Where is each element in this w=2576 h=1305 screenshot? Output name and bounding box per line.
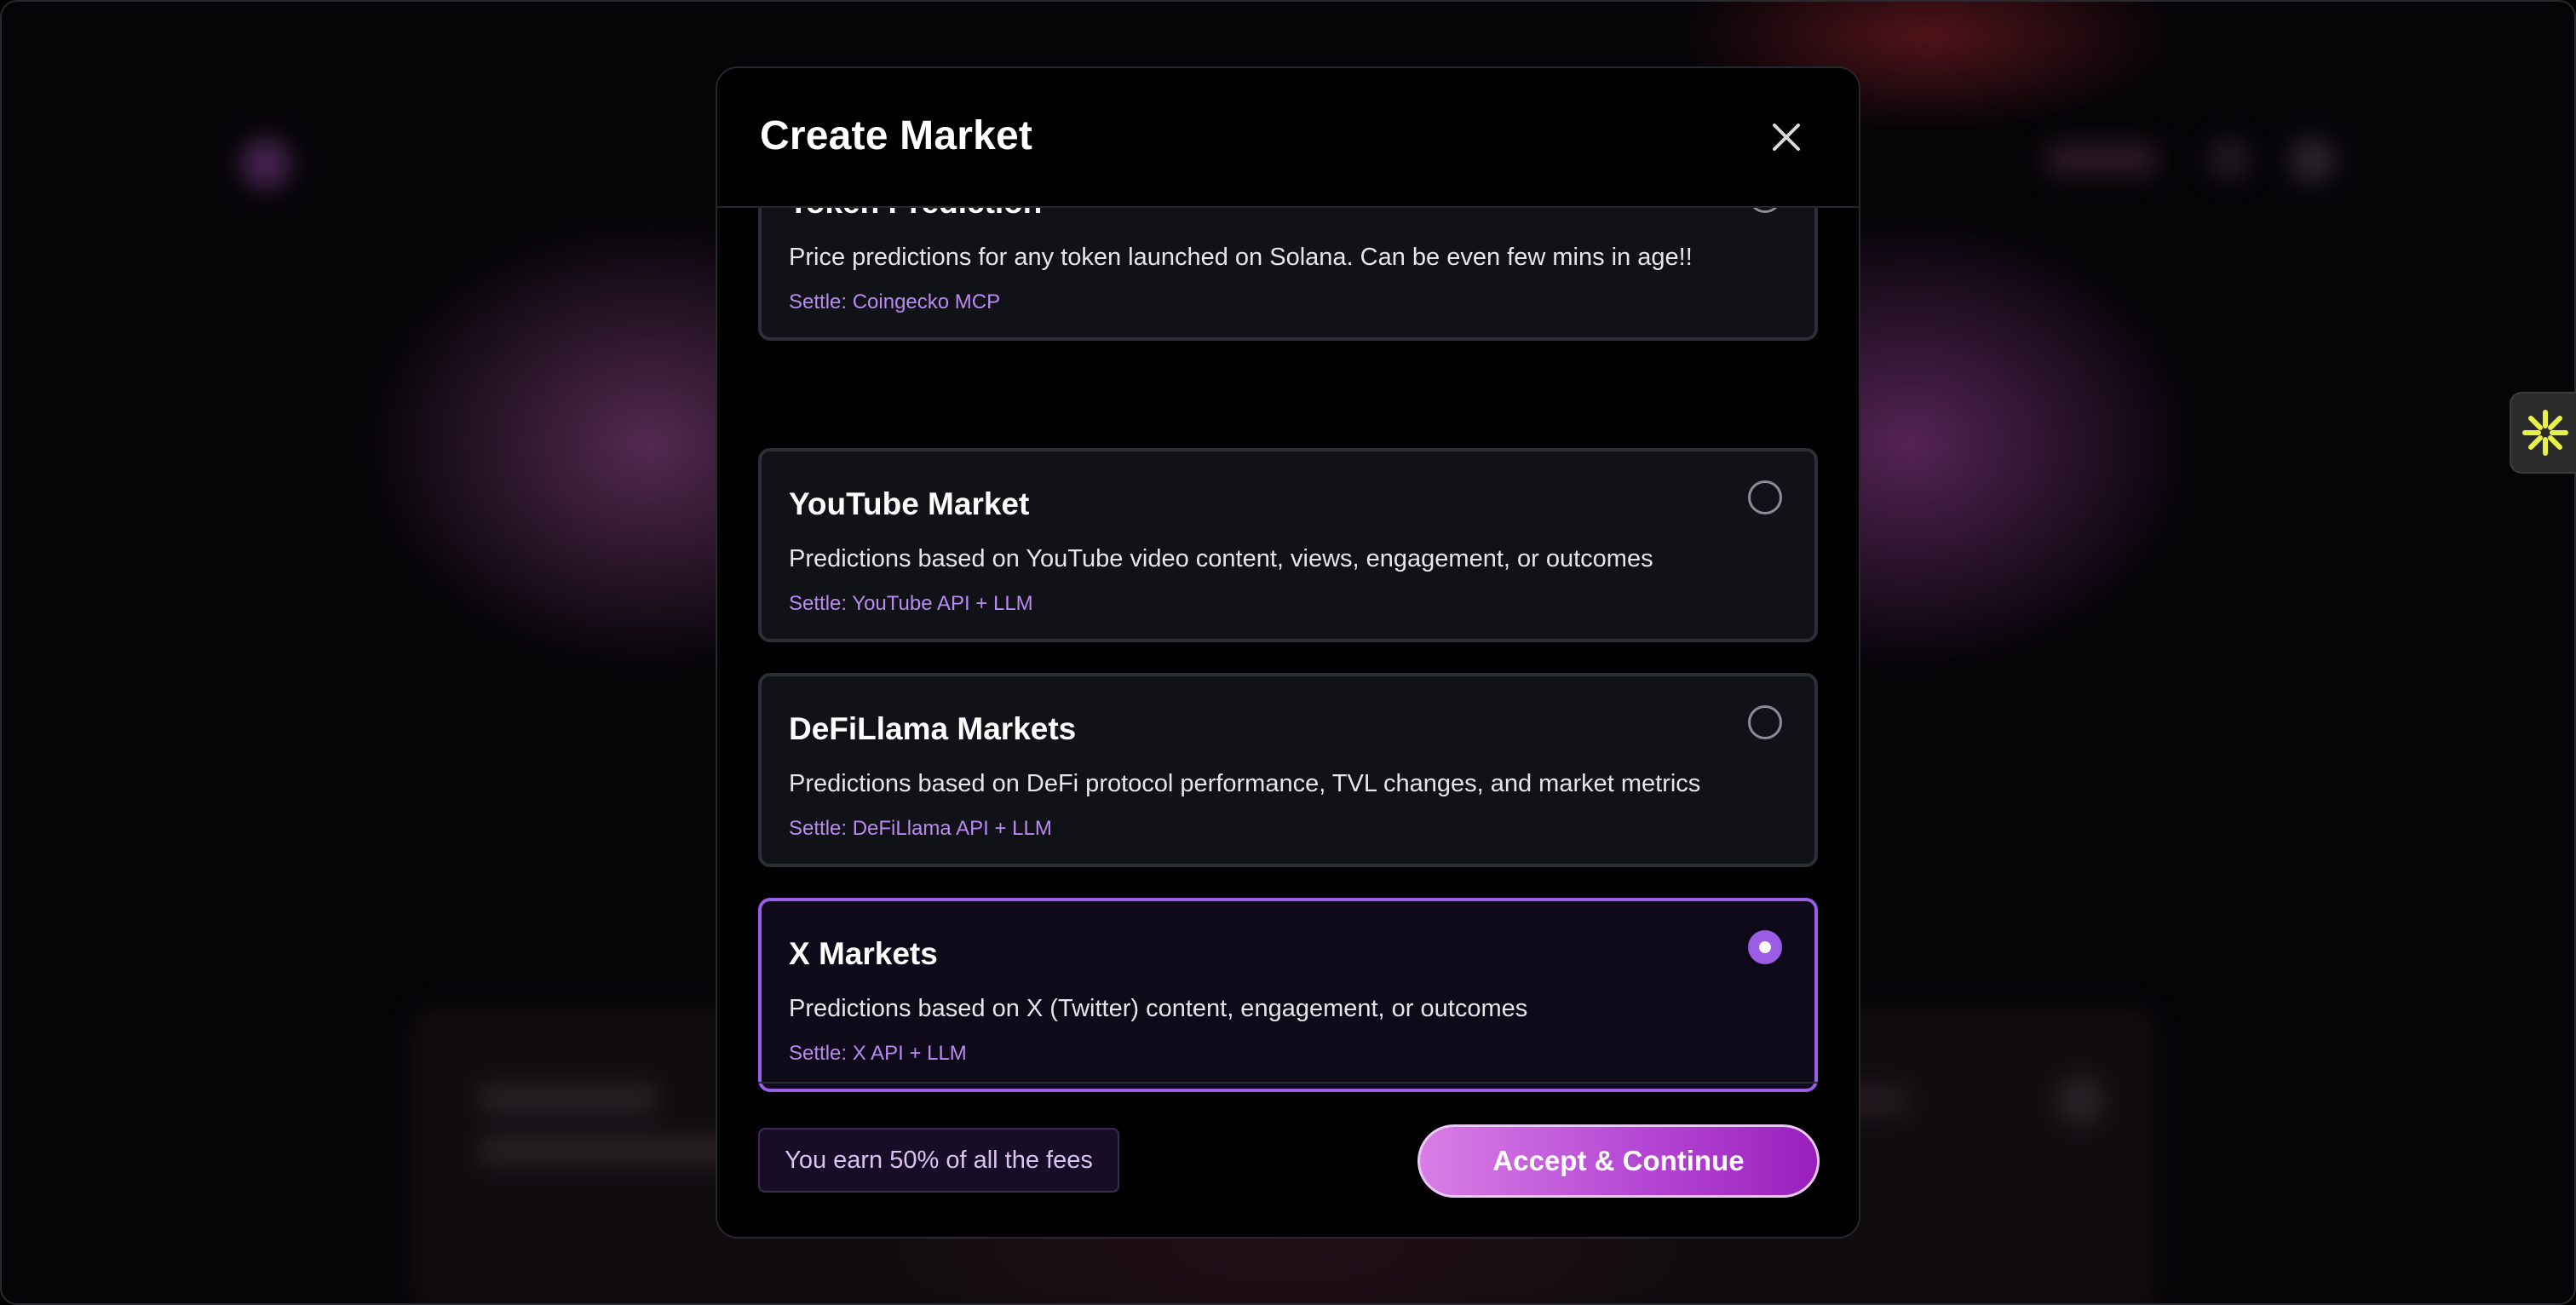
background-logo — [240, 138, 291, 189]
option-title: DeFiLlama Markets — [789, 711, 1077, 746]
background-card-text — [479, 1084, 658, 1114]
market-type-list[interactable]: Token Prediction Price predictions for a… — [758, 208, 1818, 1145]
background-nav-button — [2046, 142, 2157, 176]
accept-continue-button[interactable]: Accept & Continue — [1417, 1124, 1820, 1198]
close-button[interactable] — [1765, 116, 1808, 158]
radio-dot — [1759, 941, 1771, 953]
asterisk-icon — [2522, 410, 2568, 456]
option-description: Predictions based on YouTube video conte… — [789, 545, 1653, 572]
option-title: Token Prediction — [789, 208, 1042, 221]
option-x-markets[interactable]: X Markets Predictions based on X (Twitte… — [758, 898, 1818, 1092]
background-nav-icon — [2208, 138, 2251, 181]
option-description: Predictions based on X (Twitter) content… — [789, 995, 1528, 1022]
option-settle-source: Settle: DeFiLlama API + LLM — [789, 817, 1052, 840]
option-youtube-market[interactable]: YouTube Market Predictions based on YouT… — [758, 448, 1818, 642]
radio-button[interactable] — [1748, 705, 1782, 739]
fee-share-badge: You earn 50% of all the fees — [758, 1128, 1119, 1193]
modal-header: Create Market — [717, 68, 1859, 208]
create-market-modal: Create Market Token Prediction Price pre… — [716, 66, 1860, 1239]
option-defillama-markets[interactable]: DeFiLlama Markets Predictions based on D… — [758, 673, 1818, 867]
option-settle-source: Settle: Coingecko MCP — [789, 290, 1001, 313]
close-icon — [1773, 124, 1800, 151]
background-avatar — [2289, 136, 2337, 184]
option-settle-source: Settle: X API + LLM — [789, 1042, 967, 1065]
option-token-prediction[interactable]: Token Prediction Price predictions for a… — [758, 208, 1818, 341]
background-card-icon — [2055, 1075, 2106, 1126]
option-title: X Markets — [789, 936, 938, 971]
side-widget-button[interactable] — [2510, 392, 2576, 474]
radio-button[interactable] — [1748, 480, 1782, 515]
radio-button[interactable] — [1748, 208, 1782, 213]
option-settle-source: Settle: YouTube API + LLM — [789, 592, 1033, 615]
option-title: YouTube Market — [789, 486, 1030, 521]
modal-title: Create Market — [760, 113, 1033, 158]
footer-divider — [758, 1082, 1818, 1084]
radio-button-selected[interactable] — [1748, 930, 1782, 964]
option-description: Predictions based on DeFi protocol perfo… — [789, 770, 1701, 797]
option-description: Price predictions for any token launched… — [789, 244, 1693, 271]
